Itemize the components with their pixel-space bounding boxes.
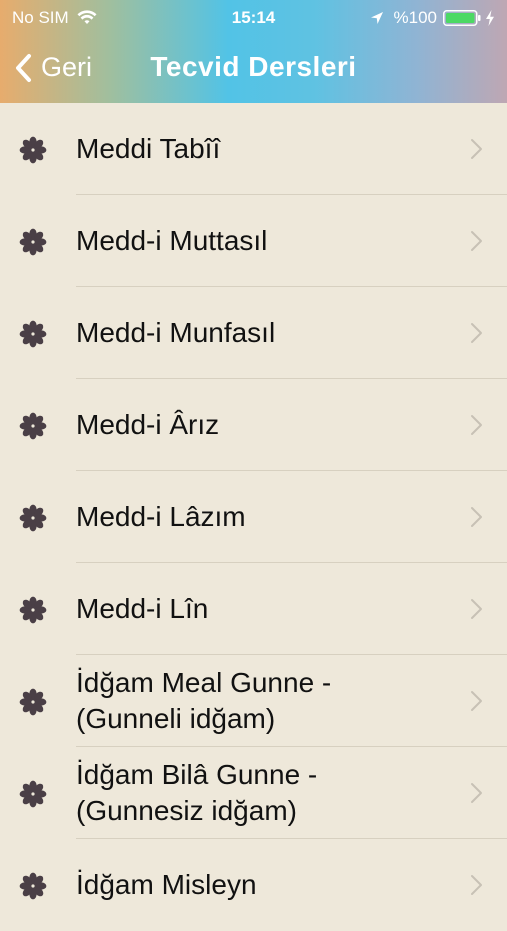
back-label: Geri bbox=[41, 52, 93, 82]
chevron-right-icon bbox=[471, 599, 482, 619]
list-item-line: İdğam Bilâ Gunne - bbox=[76, 759, 318, 790]
list-item-line: Medd-i Lîn bbox=[76, 593, 209, 624]
list-item-label: Meddi Tabîî bbox=[76, 103, 446, 195]
chevron-right-icon bbox=[471, 139, 482, 159]
chevron-right-icon bbox=[471, 323, 482, 343]
flower-icon bbox=[19, 504, 47, 532]
list-item-label: İdğam Meal Gunne - (Gunneli idğam) bbox=[76, 655, 446, 747]
list-item[interactable]: Medd-i Muttasıl bbox=[0, 195, 507, 287]
list-item-line: Medd-i Ârız bbox=[76, 409, 220, 440]
charging-bolt-icon bbox=[486, 10, 494, 26]
battery-percent: %100 bbox=[393, 8, 437, 27]
list-item[interactable]: İdğam Meal Gunne - (Gunneli idğam) bbox=[0, 655, 507, 747]
list-item-line: İdğam Meal Gunne - bbox=[76, 667, 332, 698]
chevron-right-icon bbox=[471, 415, 482, 435]
list-item-line: (Gunneli idğam) bbox=[76, 703, 276, 734]
flower-icon bbox=[19, 136, 47, 164]
chevron-right-icon bbox=[471, 691, 482, 711]
chevron-right-icon bbox=[471, 875, 482, 895]
list-item-line: (Gunnesiz idğam) bbox=[76, 795, 297, 826]
list-item[interactable]: İdğam Bilâ Gunne - (Gunnesiz idğam) bbox=[0, 747, 507, 839]
list-item-line: Medd-i Lâzım bbox=[76, 501, 246, 532]
list-item[interactable]: Medd-i Lîn bbox=[0, 563, 507, 655]
flower-icon bbox=[19, 688, 47, 716]
flower-icon bbox=[19, 412, 47, 440]
status-bar: No SIM 15:14 %100 bbox=[0, 0, 507, 34]
list-item-line: Medd-i Muttasıl bbox=[76, 225, 268, 256]
list-item[interactable]: Medd-i Lâzım bbox=[0, 471, 507, 563]
list-item-label: Medd-i Lâzım bbox=[76, 471, 446, 563]
list-item-label: Medd-i Munfasıl bbox=[76, 287, 446, 379]
list-item[interactable]: Medd-i Munfasıl bbox=[0, 287, 507, 379]
list-item-label: İdğam Misleyn bbox=[76, 839, 446, 931]
back-button[interactable]: Geri bbox=[14, 52, 92, 83]
lesson-list: Meddi Tabîî Medd-i Muttasıl Medd-i Munfa… bbox=[0, 103, 507, 931]
list-item-label: İdğam Bilâ Gunne - (Gunnesiz idğam) bbox=[76, 747, 446, 839]
flower-icon bbox=[19, 320, 47, 348]
page-title: Tecvid Dersleri bbox=[150, 51, 357, 82]
header: No SIM 15:14 %100 Geri Tecvid Dersleri bbox=[0, 0, 507, 103]
chevron-right-icon bbox=[471, 507, 482, 527]
back-chevron-icon bbox=[16, 53, 31, 82]
list-item-line: Meddi Tabîî bbox=[76, 133, 221, 164]
chevron-right-icon bbox=[471, 231, 482, 251]
chevron-right-icon bbox=[471, 783, 482, 803]
flower-icon bbox=[19, 228, 47, 256]
list-item[interactable]: Meddi Tabîî bbox=[0, 103, 507, 195]
battery-icon bbox=[443, 10, 481, 26]
flower-icon bbox=[19, 780, 47, 808]
location-arrow-icon bbox=[370, 12, 383, 24]
list-item-label: Medd-i Lîn bbox=[76, 563, 446, 655]
list-item-label: Medd-i Ârız bbox=[76, 379, 446, 471]
list-item-line: İdğam Misleyn bbox=[76, 869, 257, 900]
list-item[interactable]: Medd-i Ârız bbox=[0, 379, 507, 471]
nav-bar: Geri Tecvid Dersleri bbox=[0, 34, 507, 103]
list-item[interactable]: İdğam Misleyn bbox=[0, 839, 507, 931]
status-right: %100 bbox=[370, 8, 495, 28]
list-item-line: Medd-i Munfasıl bbox=[76, 317, 276, 348]
flower-icon bbox=[19, 872, 47, 900]
flower-icon bbox=[19, 596, 47, 624]
list-item-label: Medd-i Muttasıl bbox=[76, 195, 446, 287]
